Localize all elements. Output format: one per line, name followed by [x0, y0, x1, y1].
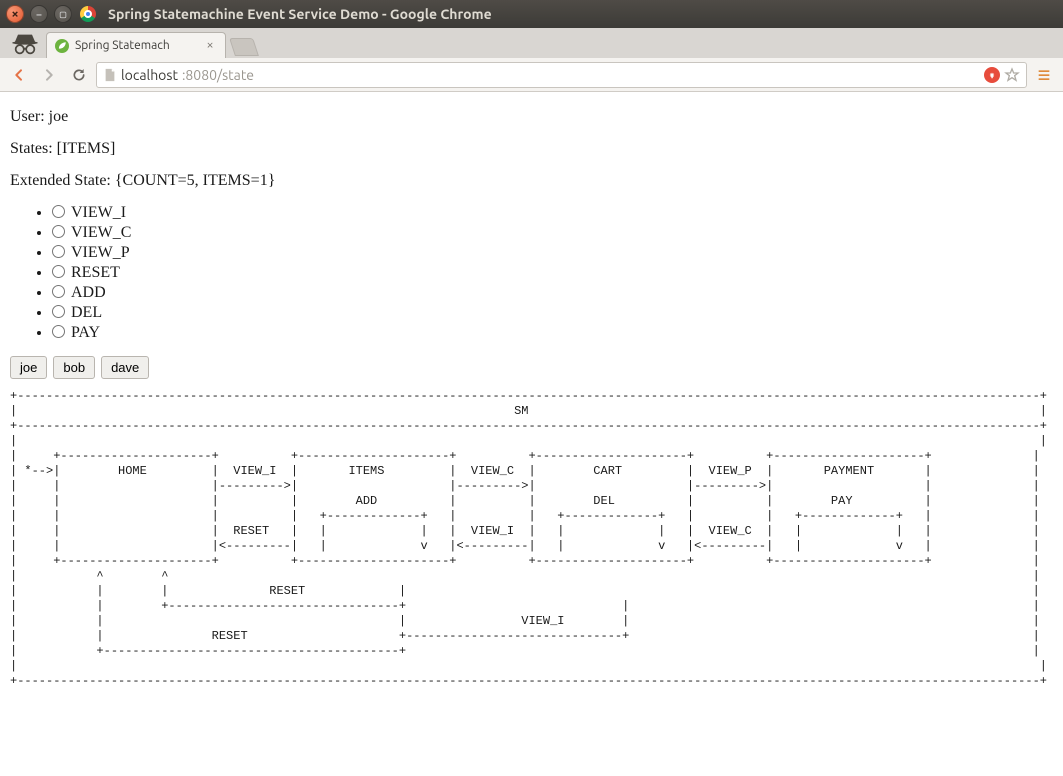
- list-item: PAY: [52, 324, 1053, 342]
- extended-state-label: Extended State:: [10, 172, 115, 189]
- extended-state-line: Extended State: {COUNT=5, ITEMS=1}: [10, 172, 1053, 190]
- list-item: VIEW_I: [52, 204, 1053, 222]
- radio-label: VIEW_P: [71, 244, 130, 261]
- tab-strip: Spring Statemach ×: [0, 28, 1063, 58]
- user-line: User: joe: [10, 108, 1053, 126]
- new-tab-button[interactable]: [229, 38, 259, 56]
- tab-close-button[interactable]: ×: [203, 39, 217, 53]
- address-bar[interactable]: localhost:8080/state: [96, 62, 1027, 88]
- reload-button[interactable]: [66, 62, 92, 88]
- forward-button[interactable]: [36, 62, 62, 88]
- radio-view-c[interactable]: [52, 225, 65, 238]
- tab-title: Spring Statemach: [75, 39, 203, 52]
- list-item: ADD: [52, 284, 1053, 302]
- states-value: [ITEMS]: [57, 140, 116, 157]
- browser-tab[interactable]: Spring Statemach ×: [46, 32, 226, 58]
- window-titlebar: Spring Statemachine Event Service Demo -…: [0, 0, 1063, 28]
- event-radio-list: VIEW_I VIEW_C VIEW_P RESET ADD DEL PAY: [10, 204, 1053, 342]
- user-button-dave[interactable]: dave: [101, 356, 149, 379]
- page-icon: [103, 68, 117, 82]
- user-button-row: joe bob dave: [10, 356, 1053, 379]
- radio-del[interactable]: [52, 305, 65, 318]
- browser-toolbar: localhost:8080/state: [0, 58, 1063, 92]
- user-button-joe[interactable]: joe: [10, 356, 47, 379]
- window-title: Spring Statemachine Event Service Demo -…: [108, 6, 492, 22]
- radio-add[interactable]: [52, 285, 65, 298]
- states-label: States:: [10, 140, 57, 157]
- radio-label: VIEW_C: [71, 224, 131, 241]
- back-button[interactable]: [6, 62, 32, 88]
- radio-label: VIEW_I: [71, 204, 126, 221]
- url-path: :8080/state: [182, 67, 254, 83]
- ascii-state-diagram: +---------------------------------------…: [10, 389, 1053, 689]
- user-value: joe: [49, 108, 69, 125]
- list-item: VIEW_C: [52, 224, 1053, 242]
- leaf-icon: [55, 39, 69, 53]
- radio-pay[interactable]: [52, 325, 65, 338]
- window-minimize-button[interactable]: [30, 5, 48, 23]
- radio-label: DEL: [71, 304, 102, 321]
- list-item: RESET: [52, 264, 1053, 282]
- window-close-button[interactable]: [6, 5, 24, 23]
- list-item: DEL: [52, 304, 1053, 322]
- bookmark-star-icon[interactable]: [1004, 67, 1020, 83]
- radio-view-p[interactable]: [52, 245, 65, 258]
- abp-icon[interactable]: [984, 67, 1000, 83]
- radio-view-i[interactable]: [52, 205, 65, 218]
- incognito-icon: [8, 30, 42, 58]
- page-content: User: joe States: [ITEMS] Extended State…: [0, 92, 1063, 699]
- user-label: User:: [10, 108, 49, 125]
- states-line: States: [ITEMS]: [10, 140, 1053, 158]
- window-maximize-button[interactable]: [54, 5, 72, 23]
- radio-label: ADD: [71, 284, 106, 301]
- radio-label: RESET: [71, 264, 120, 281]
- url-host: localhost: [121, 67, 178, 83]
- radio-reset[interactable]: [52, 265, 65, 278]
- user-button-bob[interactable]: bob: [53, 356, 95, 379]
- radio-label: PAY: [71, 324, 100, 341]
- extended-state-value: {COUNT=5, ITEMS=1}: [115, 172, 276, 189]
- chrome-icon: [80, 6, 96, 22]
- list-item: VIEW_P: [52, 244, 1053, 262]
- chrome-menu-button[interactable]: [1031, 62, 1057, 88]
